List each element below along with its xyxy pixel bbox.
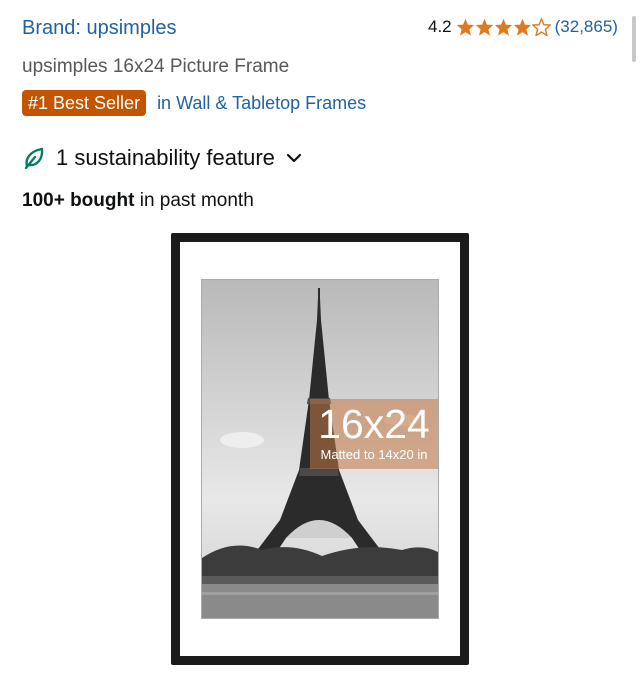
star-rating[interactable] <box>456 18 551 36</box>
size-label: 16x24 <box>318 401 430 447</box>
size-overlay: 16x24 Matted to 14x20 in <box>310 399 438 469</box>
star-icon <box>513 18 531 36</box>
bought-count-bold: 100+ bought <box>22 190 135 211</box>
chevron-down-icon <box>286 153 302 163</box>
sustainability-label: 1 sustainability feature <box>56 145 275 170</box>
brand-link[interactable]: Brand: upsimples <box>22 17 177 40</box>
star-icon <box>475 18 493 36</box>
category-link[interactable]: in Wall & Tabletop Frames <box>157 93 366 114</box>
matted-label: Matted to 14x20 in <box>320 447 428 462</box>
rating-value: 4.2 <box>428 17 452 36</box>
star-outline-icon <box>531 18 551 36</box>
eiffel-tower-photo: 16x24 Matted to 14x20 in <box>201 279 439 619</box>
star-icon <box>494 18 512 36</box>
bought-count-rest: in past month <box>134 190 254 211</box>
sustainability-toggle[interactable]: 1 sustainability feature <box>22 145 303 171</box>
product-image[interactable]: 16x24 Matted to 14x20 in <box>171 233 469 665</box>
bought-count: 100+ bought in past month <box>22 190 254 212</box>
rating-summary[interactable]: 4.2 (32,865) <box>428 17 618 37</box>
review-count-link[interactable]: (32,865) <box>555 17 618 37</box>
star-icon <box>456 18 474 36</box>
product-title: upsimples 16x24 Picture Frame <box>22 56 290 77</box>
scrollbar[interactable] <box>632 16 636 62</box>
leaf-icon <box>24 147 44 170</box>
bestseller-row: #1 Best Seller in Wall & Tabletop Frames <box>22 90 366 116</box>
bestseller-badge[interactable]: #1 Best Seller <box>22 90 147 116</box>
